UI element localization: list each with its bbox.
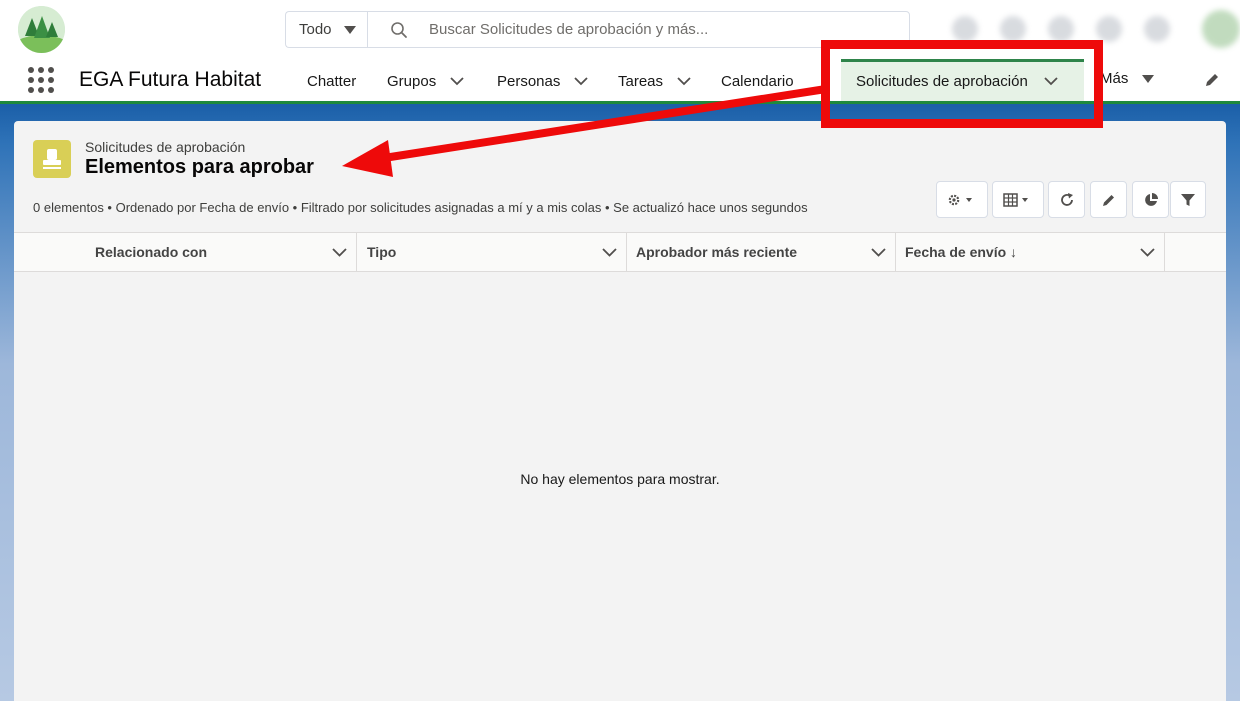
search-placeholder: Buscar Solicitudes de aprobación y más..… bbox=[429, 21, 709, 38]
column-header-relacionado-con[interactable]: Relacionado con bbox=[14, 233, 357, 271]
chevron-down-icon[interactable] bbox=[332, 247, 347, 257]
approval-object-icon bbox=[33, 140, 71, 178]
help-icon[interactable] bbox=[1048, 16, 1074, 42]
chevron-down-icon[interactable] bbox=[574, 76, 589, 86]
search-icon bbox=[391, 21, 407, 38]
refresh-icon bbox=[1060, 192, 1073, 206]
nav-more-menu[interactable]: Más bbox=[1100, 70, 1155, 87]
refresh-button[interactable] bbox=[1048, 181, 1085, 218]
nav-item-label: Chatter bbox=[307, 72, 357, 90]
list-view-info: 0 elementos • Ordenado por Fecha de enví… bbox=[33, 200, 808, 215]
chevron-down-icon[interactable] bbox=[602, 247, 617, 257]
display-as-button[interactable] bbox=[992, 181, 1044, 218]
edit-nav-icon[interactable] bbox=[1203, 71, 1221, 89]
column-header-label: Relacionado con bbox=[95, 244, 208, 260]
list-view-card: Solicitudes de aprobación Elementos para… bbox=[14, 121, 1226, 701]
table-header: Relacionado con Tipo Aprobador más recie… bbox=[14, 232, 1226, 272]
caret-down-icon bbox=[1142, 74, 1155, 83]
highlight-box-annotation bbox=[821, 40, 1103, 128]
user-avatar[interactable] bbox=[1202, 10, 1240, 48]
search-scope-label: Todo bbox=[299, 21, 332, 38]
nav-item-label: Personas bbox=[497, 72, 561, 90]
search-scope-select[interactable]: Todo bbox=[285, 11, 367, 48]
nav-item-tareas[interactable]: Tareas bbox=[618, 70, 691, 92]
nav-item-label: Calendario bbox=[721, 72, 794, 90]
object-breadcrumb[interactable]: Solicitudes de aprobación bbox=[85, 139, 245, 155]
inline-edit-button[interactable] bbox=[1090, 181, 1127, 218]
nav-item-chatter[interactable]: Chatter bbox=[307, 70, 356, 92]
column-header-fecha-de-envio[interactable]: Fecha de envío ↓ bbox=[897, 233, 1165, 271]
chevron-down-icon[interactable] bbox=[871, 247, 886, 257]
global-actions-icon[interactable] bbox=[1000, 16, 1026, 42]
settings-icon bbox=[948, 194, 972, 205]
column-header-aprobador-mas-reciente[interactable]: Aprobador más reciente bbox=[628, 233, 896, 271]
nav-item-label: Grupos bbox=[387, 72, 437, 90]
display-as-table-icon bbox=[1003, 192, 1028, 207]
column-header-label: Tipo bbox=[367, 244, 397, 260]
org-logo[interactable] bbox=[18, 6, 65, 53]
empty-state-message: No hay elementos para mostrar. bbox=[520, 471, 720, 487]
nav-item-grupos[interactable]: Grupos bbox=[387, 70, 464, 92]
filters-button[interactable] bbox=[1170, 181, 1206, 218]
list-settings-button[interactable] bbox=[936, 181, 988, 218]
chevron-down-icon[interactable] bbox=[450, 76, 464, 86]
setup-icon[interactable] bbox=[1096, 16, 1122, 42]
edit-icon bbox=[1102, 194, 1114, 206]
nav-item-calendario[interactable]: Calendario bbox=[721, 70, 794, 92]
chart-icon bbox=[1144, 192, 1158, 206]
caret-down-icon bbox=[343, 25, 356, 34]
nav-item-personas[interactable]: Personas bbox=[497, 70, 589, 92]
chevron-down-icon[interactable] bbox=[1140, 247, 1155, 257]
column-header-label: Aprobador más reciente bbox=[636, 244, 798, 260]
column-header-label: Fecha de envío ↓ bbox=[905, 244, 1018, 260]
app-launcher-icon[interactable] bbox=[28, 67, 54, 93]
favorites-icon[interactable] bbox=[952, 16, 978, 42]
charts-button[interactable] bbox=[1132, 181, 1169, 218]
notifications-icon[interactable] bbox=[1144, 16, 1170, 42]
filter-icon bbox=[1181, 193, 1195, 206]
app-name: EGA Futura Habitat bbox=[79, 68, 262, 91]
chevron-down-icon[interactable] bbox=[677, 76, 691, 86]
nav-item-label: Tareas bbox=[618, 72, 664, 90]
nav-more-label: Más bbox=[1100, 70, 1129, 87]
list-view-title[interactable]: Elementos para aprobar bbox=[85, 156, 314, 179]
column-header-tipo[interactable]: Tipo bbox=[358, 233, 627, 271]
